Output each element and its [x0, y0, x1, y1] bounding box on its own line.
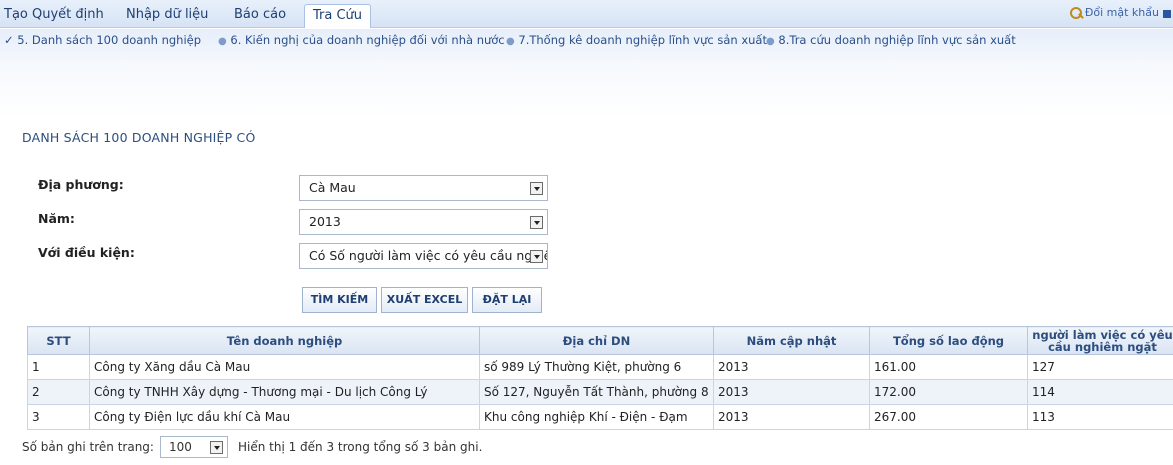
cell-address: số 989 Lý Thường Kiệt, phường 6	[479, 354, 714, 380]
pagination-bar: Số bản ghi trên trang: 100 Hiển thị 1 đế…	[22, 436, 482, 458]
subnav-item-label: 7.Thống kê doanh nghiệp lĩnh vực sản xuấ…	[518, 33, 767, 47]
cell-stt: 2	[27, 379, 90, 405]
cell-total-labor: 267.00	[869, 404, 1028, 430]
cell-strict-workers: 127	[1027, 354, 1173, 380]
search-button[interactable]: TÌM KIẾM	[302, 287, 377, 313]
condition-value: Có Số người làm việc có yêu cầu nghiêm n…	[309, 248, 547, 263]
change-password-label: Đổi mật khẩu	[1084, 6, 1159, 19]
per-page-select[interactable]: 100	[159, 436, 228, 458]
cell-year: 2013	[713, 379, 870, 405]
record-summary: Hiển thị 1 đến 3 trong tổng số 3 bản ghi…	[237, 440, 483, 454]
locality-label: Địa phương:	[38, 177, 124, 192]
year-label: Năm:	[38, 211, 75, 226]
year-value: 2013	[309, 214, 341, 229]
column-header-year[interactable]: Năm cập nhật	[713, 326, 870, 355]
per-page-value: 100	[168, 440, 192, 454]
cell-year: 2013	[713, 404, 870, 430]
chevron-down-icon[interactable]	[530, 250, 543, 263]
subnav-item-label: 6. Kiến nghị của doanh nghiệp đối với nh…	[230, 33, 505, 47]
chevron-down-icon[interactable]	[530, 216, 543, 229]
top-tab-bar: Tạo Quyết định Nhập dữ liệu Báo cáo Tra …	[0, 0, 1173, 28]
cell-address: Khu công nghiệp Khí - Điện - Đạm	[479, 404, 714, 430]
subnav-item-label: 5. Danh sách 100 doanh nghiệp	[17, 33, 202, 47]
tab-reports[interactable]: Báo cáo	[226, 4, 294, 28]
cell-name: Công ty Xăng dầu Cà Mau	[89, 354, 480, 380]
cell-name: Công ty Điện lực dầu khí Cà Mau	[89, 404, 480, 430]
bullet-icon: ●	[218, 36, 227, 47]
column-header-name[interactable]: Tên doanh nghiệp	[89, 326, 480, 355]
key-icon	[1069, 6, 1082, 19]
column-header-strict-workers[interactable]: người làm việc có yêu cầu nghiêm ngặt	[1027, 326, 1173, 355]
reset-button[interactable]: ĐẶT LẠI	[472, 287, 542, 313]
locality-value: Cà Mau	[309, 180, 356, 195]
tab-create-decision[interactable]: Tạo Quyết định	[0, 4, 112, 28]
subnav-item-statistics[interactable]: ● 7.Thống kê doanh nghiệp lĩnh vực sản x…	[506, 33, 767, 47]
subnav-item-lookup-production[interactable]: ● 8.Tra cứu doanh nghiệp lĩnh vực sản xu…	[766, 33, 1016, 47]
cell-strict-workers: 113	[1027, 404, 1173, 430]
column-header-address[interactable]: Địa chỉ DN	[479, 326, 714, 355]
cell-address: Số 127, Nguyễn Tất Thành, phường 8	[479, 379, 714, 405]
sub-navigation: ✓ 5. Danh sách 100 doanh nghiệp ● 6. Kiế…	[0, 29, 1173, 119]
page-title: DANH SÁCH 100 DOANH NGHIỆP CÓ	[22, 130, 256, 145]
cell-name: Công ty TNHH Xây dựng - Thương mại - Du …	[89, 379, 480, 405]
table-header-row: STT Tên doanh nghiệp Địa chỉ DN Năm cập …	[27, 326, 1173, 355]
per-page-label: Số bản ghi trên trang:	[22, 440, 154, 454]
cell-strict-workers: 114	[1027, 379, 1173, 405]
results-table: STT Tên doanh nghiệp Địa chỉ DN Năm cập …	[27, 326, 1173, 430]
table-row[interactable]: 3 Công ty Điện lực dầu khí Cà Mau Khu cô…	[27, 404, 1173, 430]
condition-label: Với điều kiện:	[38, 245, 135, 260]
subnav-item-100-enterprises[interactable]: ✓ 5. Danh sách 100 doanh nghiệp	[4, 33, 201, 47]
change-password-link[interactable]: Đổi mật khẩu	[1069, 6, 1159, 19]
table-row[interactable]: 1 Công ty Xăng dầu Cà Mau số 989 Lý Thườ…	[27, 354, 1173, 380]
menu-square-icon[interactable]	[1163, 10, 1171, 18]
table-row[interactable]: 2 Công ty TNHH Xây dựng - Thương mại - D…	[27, 379, 1173, 405]
chevron-down-icon[interactable]	[209, 441, 223, 454]
locality-select[interactable]: Cà Mau	[299, 175, 548, 201]
tab-data-entry[interactable]: Nhập dữ liệu	[118, 4, 216, 28]
column-header-stt[interactable]: STT	[27, 326, 90, 355]
condition-select[interactable]: Có Số người làm việc có yêu cầu nghiêm n…	[299, 243, 548, 269]
export-excel-button[interactable]: XUẤT EXCEL	[381, 287, 468, 313]
tab-lookup[interactable]: Tra Cứu	[304, 4, 372, 28]
cell-total-labor: 161.00	[869, 354, 1028, 380]
column-header-total-labor[interactable]: Tổng số lao động	[869, 326, 1028, 355]
check-icon: ✓	[4, 33, 14, 47]
subnav-item-label: 8.Tra cứu doanh nghiệp lĩnh vực sản xuất	[778, 33, 1016, 47]
bullet-icon: ●	[766, 36, 775, 47]
subnav-item-recommendations[interactable]: ● 6. Kiến nghị của doanh nghiệp đối với …	[218, 33, 505, 47]
year-select[interactable]: 2013	[299, 209, 548, 235]
cell-stt: 1	[27, 354, 90, 380]
cell-total-labor: 172.00	[869, 379, 1028, 405]
cell-year: 2013	[713, 354, 870, 380]
chevron-down-icon[interactable]	[530, 182, 543, 195]
bullet-icon: ●	[506, 36, 515, 47]
cell-stt: 3	[27, 404, 90, 430]
